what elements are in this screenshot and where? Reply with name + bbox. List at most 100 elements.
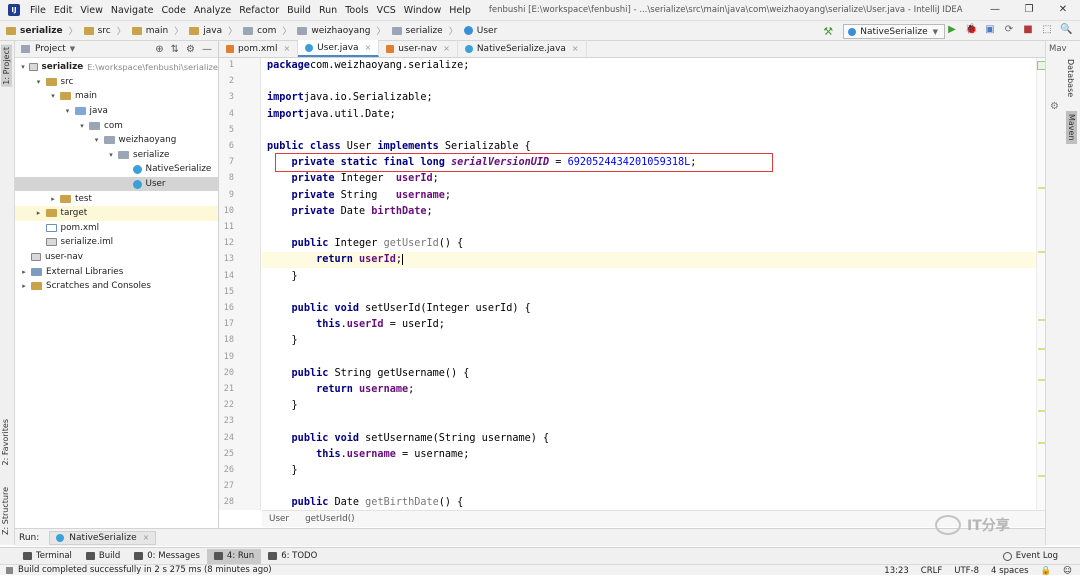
- expand-arrow-icon[interactable]: ▸: [19, 268, 29, 276]
- toolwindow-6-todo[interactable]: 6: TODO: [261, 549, 324, 564]
- expand-arrow-icon[interactable]: ▾: [77, 122, 87, 130]
- warning-marker[interactable]: [1038, 442, 1045, 444]
- warning-marker[interactable]: [1038, 251, 1045, 253]
- code-line[interactable]: packagecom.weizhaoyang.serialize;: [267, 58, 469, 74]
- project-panel-title[interactable]: Project: [35, 44, 66, 54]
- code-line[interactable]: this.userId = userId;: [267, 317, 445, 333]
- code-line[interactable]: public String getUsername() {: [267, 366, 470, 382]
- code-line[interactable]: public Date getBirthDate() {: [267, 495, 464, 510]
- tree-item-user[interactable]: User: [15, 176, 218, 192]
- tab-user-nav[interactable]: user-nav ×: [379, 40, 458, 57]
- menu-refactor[interactable]: Refactor: [235, 5, 283, 16]
- code-line[interactable]: this.username = username;: [267, 447, 469, 463]
- tree-item-weizhaoyang[interactable]: ▾ weizhaoyang: [15, 133, 218, 148]
- code-line[interactable]: private String username;: [267, 188, 452, 204]
- tree-item-com[interactable]: ▾ com: [15, 118, 218, 133]
- search-icon[interactable]: 🔍: [1060, 24, 1072, 35]
- profile-icon[interactable]: ⟳: [1003, 24, 1015, 35]
- menu-file[interactable]: File: [26, 5, 50, 16]
- stop-icon[interactable]: ■: [1022, 24, 1034, 35]
- project-structure-icon[interactable]: ⬚: [1041, 24, 1053, 35]
- breadcrumb-item[interactable]: main 〉: [126, 24, 183, 37]
- run-icon[interactable]: ▶: [946, 24, 958, 35]
- code-breadcrumb-item[interactable]: User: [269, 514, 289, 524]
- close-icon[interactable]: ×: [572, 44, 579, 53]
- tree-item-java[interactable]: ▾ java: [15, 104, 218, 119]
- tab-user-java[interactable]: User.java ×: [298, 40, 380, 57]
- menu-vcs[interactable]: VCS: [373, 5, 400, 16]
- menu-view[interactable]: View: [76, 5, 107, 16]
- expand-arrow-icon[interactable]: ▾: [63, 107, 73, 115]
- code-line[interactable]: }: [267, 333, 298, 349]
- code-line[interactable]: public class User implements Serializabl…: [267, 139, 531, 155]
- code-breadcrumb-item[interactable]: getUserId(): [305, 514, 355, 524]
- maximize-button[interactable]: ❐: [1012, 0, 1046, 20]
- indent-setting[interactable]: 4 spaces: [991, 566, 1028, 576]
- code-line[interactable]: private static final long serialVersionU…: [267, 155, 697, 171]
- menu-tools[interactable]: Tools: [341, 5, 372, 16]
- tree-item-src[interactable]: ▾ src: [15, 75, 218, 90]
- error-stripe[interactable]: [1036, 58, 1046, 510]
- menu-window[interactable]: Window: [400, 5, 445, 16]
- tab-nativeserialize-java[interactable]: NativeSerialize.java ×: [458, 40, 587, 57]
- toolwindow-build[interactable]: Build: [79, 549, 127, 564]
- favorites-tool-tab[interactable]: 2: Favorites: [1, 419, 10, 465]
- toolwindow-0-messages[interactable]: 0: Messages: [127, 549, 207, 564]
- menu-navigate[interactable]: Navigate: [107, 5, 158, 16]
- expand-arrow-icon[interactable]: ▾: [34, 78, 44, 86]
- warning-marker[interactable]: [1038, 379, 1045, 381]
- code-line[interactable]: importjava.io.Serializable;: [267, 90, 433, 106]
- tree-item-serialize[interactable]: ▾ serialize E:\workspace\fenbushi\serializ…: [15, 60, 218, 75]
- gear-icon[interactable]: ⚙: [186, 44, 195, 55]
- breadcrumb-item[interactable]: src 〉: [78, 24, 126, 37]
- close-icon[interactable]: ×: [443, 44, 450, 53]
- toolwindow-terminal[interactable]: Terminal: [16, 549, 79, 564]
- gear-icon[interactable]: ⚙: [1050, 101, 1059, 112]
- code-line[interactable]: private Integer userId;: [267, 171, 439, 187]
- code-line[interactable]: return username;: [267, 382, 414, 398]
- warning-marker[interactable]: [1038, 319, 1045, 321]
- maven-tool-tab[interactable]: Maven: [1066, 111, 1077, 144]
- tree-item-nativeserialize[interactable]: NativeSerialize: [15, 162, 218, 177]
- tree-item-external-libraries[interactable]: ▸ External Libraries: [15, 264, 218, 279]
- status-message[interactable]: Build completed successfully in 2 s 275 …: [6, 565, 272, 575]
- code-line[interactable]: }: [267, 398, 298, 414]
- chevron-down-icon[interactable]: ▼: [70, 45, 75, 53]
- code-line[interactable]: }: [267, 269, 298, 285]
- collapse-icon[interactable]: ⇅: [171, 44, 179, 55]
- breadcrumb-item[interactable]: java 〉: [183, 24, 237, 37]
- tree-item-test[interactable]: ▸ test: [15, 191, 218, 206]
- caret-position[interactable]: 13:23: [884, 566, 909, 576]
- warning-marker[interactable]: [1038, 348, 1045, 350]
- tree-item-target[interactable]: ▸ target: [15, 206, 218, 221]
- breadcrumb-item[interactable]: weizhaoyang 〉: [291, 24, 386, 37]
- expand-arrow-icon[interactable]: ▾: [48, 92, 58, 100]
- tree-item-serialize[interactable]: ▾ serialize: [15, 148, 218, 163]
- coverage-icon[interactable]: ▣: [984, 24, 996, 35]
- tree-item-serialize-iml[interactable]: serialize.iml: [15, 235, 218, 250]
- file-encoding[interactable]: UTF-8: [954, 566, 979, 576]
- breadcrumb-item[interactable]: serialize 〉: [386, 24, 458, 37]
- database-tool-tab[interactable]: Database: [1066, 59, 1075, 97]
- close-icon[interactable]: ×: [365, 43, 372, 52]
- locate-icon[interactable]: ⊕: [155, 44, 163, 55]
- close-icon[interactable]: ×: [143, 533, 150, 542]
- build-hammer-icon[interactable]: ⚒: [821, 25, 835, 38]
- event-log-button[interactable]: Event Log: [1002, 551, 1058, 561]
- expand-arrow-icon[interactable]: ▸: [34, 209, 44, 217]
- code-line[interactable]: private Date birthDate;: [267, 204, 433, 220]
- expand-arrow-icon[interactable]: ▸: [48, 195, 58, 203]
- warning-marker[interactable]: [1038, 475, 1045, 477]
- menu-code[interactable]: Code: [157, 5, 189, 16]
- menu-run[interactable]: Run: [315, 5, 341, 16]
- breadcrumb-item[interactable]: serialize 〉: [0, 24, 78, 37]
- breadcrumb-item[interactable]: User: [458, 24, 497, 37]
- expand-arrow-icon[interactable]: ▾: [19, 63, 27, 71]
- hector-face-icon[interactable]: ☺: [1063, 566, 1072, 576]
- tree-item-pom-xml[interactable]: pom.xml: [15, 221, 218, 236]
- project-tool-tab[interactable]: 1: Project: [1, 45, 12, 87]
- expand-arrow-icon[interactable]: ▾: [92, 136, 102, 144]
- menu-edit[interactable]: Edit: [50, 5, 76, 16]
- expand-arrow-icon[interactable]: ▸: [19, 282, 29, 290]
- structure-tool-tab[interactable]: Z: Structure: [1, 487, 10, 535]
